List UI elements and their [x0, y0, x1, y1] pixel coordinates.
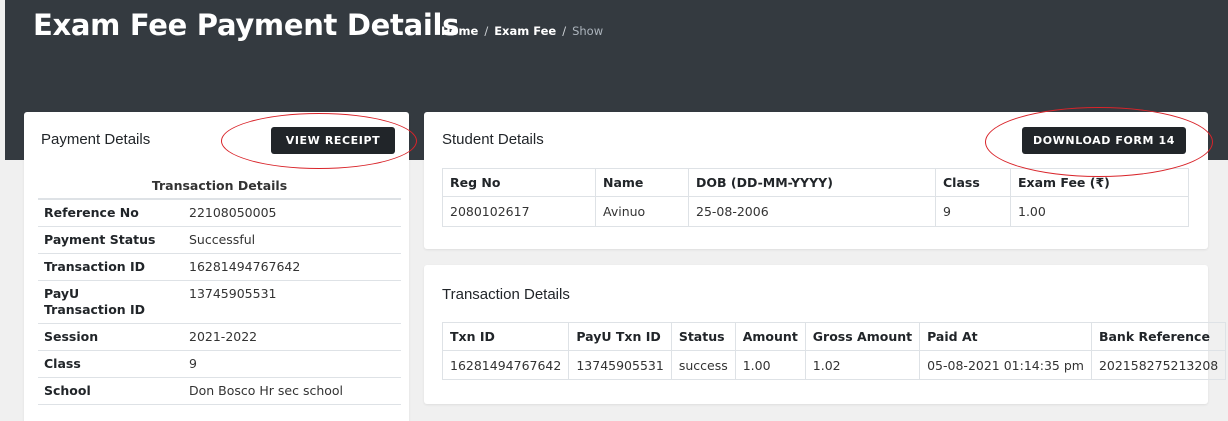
header-bank-reference: Bank Reference: [1090, 322, 1227, 351]
payment-details-table: Transaction Details Reference No 22108050…: [38, 172, 401, 405]
cell-txn-id: 16281494767642: [441, 350, 570, 380]
breadcrumb-exam-fee[interactable]: Exam Fee: [494, 24, 556, 38]
cell-payu-txn-id: 13745905531: [568, 350, 672, 380]
table-row: School Don Bosco Hr sec school: [38, 377, 401, 405]
transaction-details-table: Txn ID PayU Txn ID Status Amount Gross A…: [441, 322, 1227, 380]
breadcrumb: Home / Exam Fee / Show: [441, 24, 604, 38]
row-value: 16281494767642: [183, 253, 401, 281]
table-row: PayU Transaction ID 13745905531: [38, 280, 401, 324]
row-key: Payment Status: [38, 226, 183, 254]
cell-reg-no: 2080102617: [442, 196, 596, 227]
row-key: PayU Transaction ID: [38, 280, 183, 324]
download-form-14-button[interactable]: DOWNLOAD FORM 14: [1022, 127, 1186, 154]
row-value: 9: [183, 350, 401, 378]
row-key: Class: [38, 350, 183, 378]
row-value: 13745905531: [183, 280, 401, 324]
table-row: Reference No 22108050005: [38, 199, 401, 227]
header-dob: DOB (DD-MM-YYYY): [688, 168, 936, 197]
student-details-title: Student Details: [442, 131, 544, 148]
row-value: 22108050005: [183, 199, 401, 227]
page-title: Exam Fee Payment Details: [33, 8, 460, 42]
table-row: Session 2021-2022: [38, 323, 401, 351]
header-amount: Amount: [734, 322, 806, 351]
cell-bank-reference: 202158275213208: [1090, 350, 1227, 380]
table-row: 2080102617 Avinuo 25-08-2006 9 1.00: [442, 196, 1189, 227]
header-name: Name: [595, 168, 689, 197]
cell-amount: 1.00: [734, 350, 806, 380]
cell-class: 9: [935, 196, 1011, 227]
transaction-details-title: Transaction Details: [442, 286, 570, 303]
payment-details-card: Payment Details VIEW RECEIPT Transaction…: [24, 112, 409, 421]
cell-exam-fee: 1.00: [1010, 196, 1189, 227]
cell-dob: 25-08-2006: [688, 196, 936, 227]
row-key: Transaction ID: [38, 253, 183, 281]
header-class: Class: [935, 168, 1011, 197]
view-receipt-button[interactable]: VIEW RECEIPT: [271, 127, 395, 154]
cell-paid-at: 05-08-2021 01:14:35 pm: [919, 350, 1092, 380]
cell-gross-amount: 1.02: [804, 350, 921, 380]
row-key: School: [38, 377, 183, 405]
row-key: Session: [38, 323, 183, 351]
cell-status: success: [670, 350, 736, 380]
header-status: Status: [670, 322, 736, 351]
table-row: 16281494767642 13745905531 success 1.00 …: [441, 350, 1227, 380]
header-gross-amount: Gross Amount: [804, 322, 921, 351]
cell-name: Avinuo: [595, 196, 689, 227]
header-exam-fee: Exam Fee (₹): [1010, 168, 1189, 197]
table-row: Transaction ID 16281494767642: [38, 253, 401, 281]
student-details-table: Reg No Name DOB (DD-MM-YYYY) Class Exam …: [442, 168, 1189, 227]
row-value: Successful: [183, 226, 401, 254]
row-value: 2021-2022: [183, 323, 401, 351]
header-reg-no: Reg No: [442, 168, 596, 197]
table-row: Class 9: [38, 350, 401, 378]
transaction-details-card: Transaction Details Txn ID PayU Txn ID S…: [424, 265, 1227, 404]
student-details-card: Student Details DOWNLOAD FORM 14 Reg No …: [424, 112, 1208, 249]
breadcrumb-home[interactable]: Home: [441, 24, 478, 38]
row-key: Reference No: [38, 199, 183, 227]
payment-table-caption: Transaction Details: [38, 172, 401, 200]
header-payu-txn-id: PayU Txn ID: [568, 322, 672, 351]
header-paid-at: Paid At: [919, 322, 1092, 351]
table-row: Payment Status Successful: [38, 226, 401, 254]
payment-details-title: Payment Details: [41, 131, 151, 148]
header-txn-id: Txn ID: [441, 322, 570, 351]
row-value: Don Bosco Hr sec school: [183, 377, 401, 405]
breadcrumb-current: Show: [572, 24, 604, 38]
